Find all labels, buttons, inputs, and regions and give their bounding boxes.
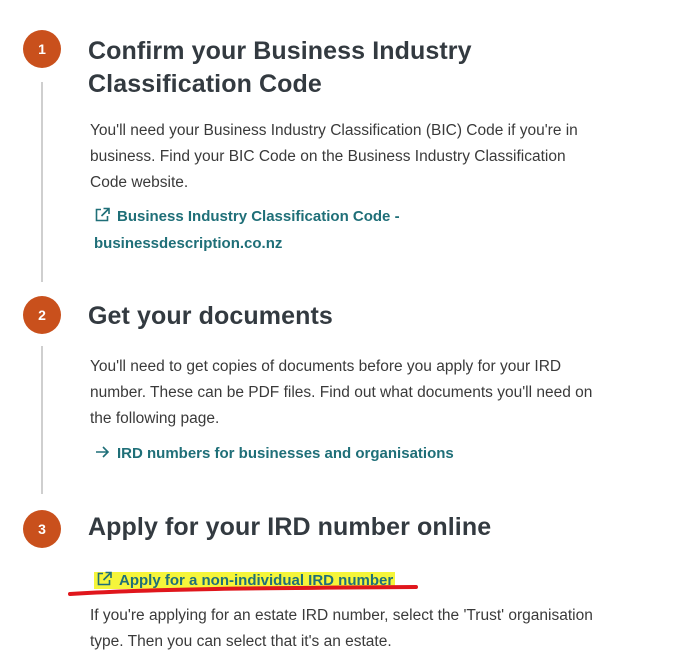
step-1-title-line-2: Classification Code	[88, 70, 322, 98]
ird-numbers-businesses-link-text: IRD numbers for businesses and organisat…	[117, 445, 454, 462]
step-1-number-text: 1	[38, 41, 46, 57]
step-1-title: Confirm your Business Industry Classific…	[88, 35, 472, 101]
step-1-title-line-1: Confirm your Business Industry	[88, 37, 472, 65]
step-2-number: 2	[23, 296, 61, 334]
step-2-description: You'll need to get copies of documents b…	[90, 358, 593, 427]
external-link-icon	[94, 206, 111, 231]
step-2-title: Get your documents	[88, 302, 333, 330]
ird-numbers-businesses-link[interactable]: IRD numbers for businesses and organisat…	[94, 441, 454, 468]
step-3-number: 3	[23, 510, 61, 548]
step-1-number: 1	[23, 30, 61, 68]
step-connector-line-2	[41, 346, 43, 494]
bic-code-link[interactable]: Business Industry Classification Code - …	[94, 204, 400, 256]
step-3-title: Apply for your IRD number online	[88, 513, 492, 541]
step-3-number-text: 3	[38, 521, 46, 537]
step-2-number-text: 2	[38, 307, 46, 323]
step-connector-line-1	[41, 82, 43, 282]
bic-code-link-text-line-2: businessdescription.co.nz	[94, 235, 283, 252]
step-1-description: You'll need your Business Industry Class…	[90, 122, 578, 191]
annotation-red-underline	[68, 585, 418, 596]
arrow-right-icon	[94, 443, 111, 468]
bic-code-link-text-line-1: Business Industry Classification Code -	[117, 208, 400, 225]
step-3-description: If you're applying for an estate IRD num…	[90, 607, 593, 650]
